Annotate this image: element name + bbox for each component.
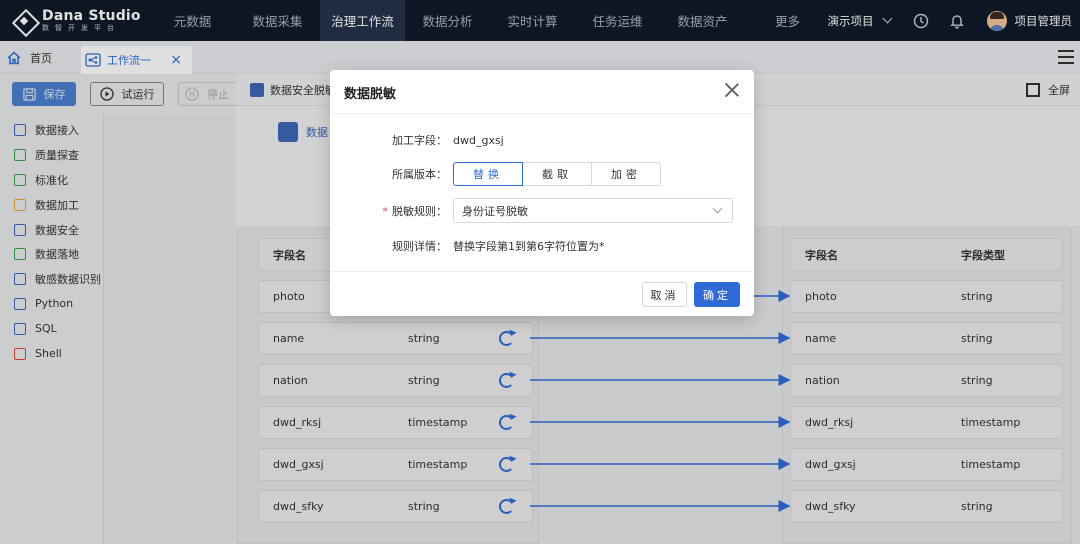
rule-select[interactable]: 身份证号脱敏 xyxy=(453,198,733,223)
divider xyxy=(330,113,754,114)
desensitize-dialog: 数据脱敏 加工字段： dwd_gxsj 所属版本： 替换 截取 加密 * 脱敏规则… xyxy=(330,70,754,316)
detail-value: 替换字段第1到第6字符位置为* xyxy=(453,240,605,253)
divider xyxy=(330,271,754,272)
chevron-down-icon xyxy=(712,203,723,214)
rule-select-value: 身份证号脱敏 xyxy=(462,204,528,218)
field-value: dwd_gxsj xyxy=(453,133,504,147)
version-replace-button[interactable]: 替换 xyxy=(453,162,523,186)
required-mark: * xyxy=(382,204,389,218)
version-encrypt-button[interactable]: 加密 xyxy=(591,162,661,186)
cancel-button[interactable]: 取消 xyxy=(642,282,687,307)
version-truncate-button[interactable]: 截取 xyxy=(522,162,592,186)
confirm-button[interactable]: 确定 xyxy=(694,282,740,307)
version-row: 所属版本： 替换 截取 加密 xyxy=(330,162,754,186)
field-label: 加工字段： xyxy=(392,134,447,147)
rule-row: * 脱敏规则： 身份证号脱敏 xyxy=(330,198,754,223)
detail-label: 规则详情： xyxy=(392,240,447,253)
rule-label: 脱敏规则： xyxy=(392,204,447,218)
dialog-title: 数据脱敏 xyxy=(344,87,397,102)
detail-row: 规则详情： 替换字段第1到第6字符位置为* xyxy=(330,236,754,256)
version-segmented-control: 替换 截取 加密 xyxy=(453,162,661,186)
version-label: 所属版本： xyxy=(392,168,447,181)
field-row: 加工字段： dwd_gxsj xyxy=(330,130,754,150)
rule-label-wrap: * 脱敏规则： xyxy=(330,203,453,219)
close-icon[interactable] xyxy=(724,82,740,98)
